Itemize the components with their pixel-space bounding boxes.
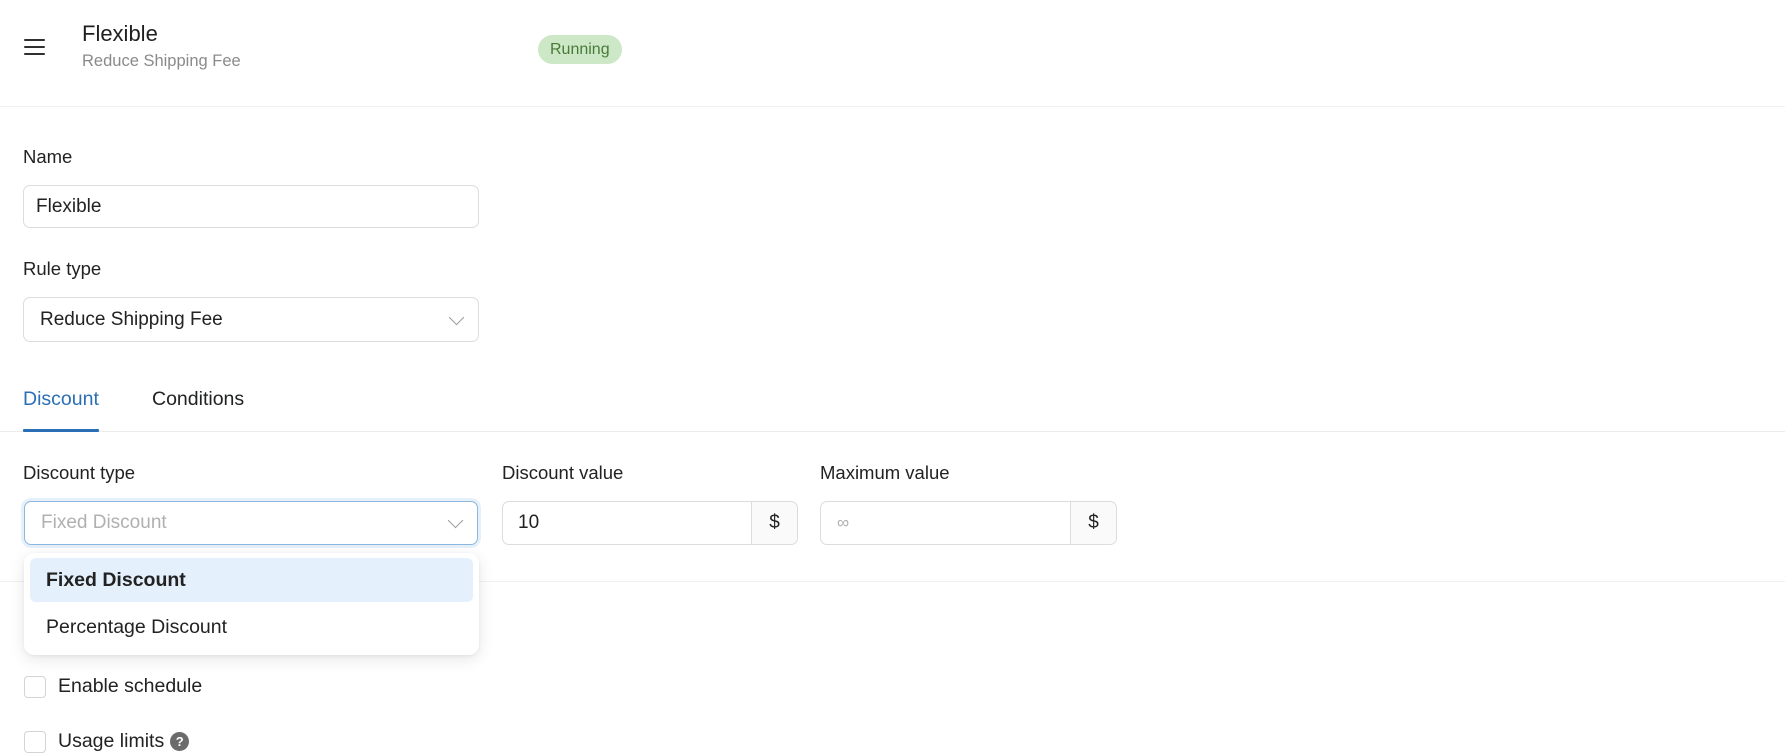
hamburger-icon[interactable]: [23, 37, 47, 57]
discount-type-select[interactable]: Fixed Discount: [24, 501, 478, 545]
maximum-value-label: Maximum value: [820, 462, 950, 483]
usage-limits-checkbox-row[interactable]: Usage limits ?: [24, 730, 190, 753]
rule-type-value: Reduce Shipping Fee: [40, 308, 223, 330]
maximum-value-input[interactable]: ∞ $: [820, 501, 1117, 545]
discount-value-label: Discount value: [502, 462, 624, 483]
discount-value-text: 10: [518, 512, 540, 533]
page-title: Flexible: [82, 21, 158, 46]
status-badge: Running: [538, 35, 622, 64]
enable-schedule-label: Enable schedule: [58, 675, 203, 697]
discount-type-placeholder: Fixed Discount: [41, 512, 167, 533]
tab-bar: Discount Conditions: [0, 380, 1785, 432]
rule-type-label: Rule type: [23, 258, 102, 279]
name-input[interactable]: Flexible: [23, 185, 479, 228]
currency-suffix: $: [1070, 502, 1116, 544]
option-percentage-discount[interactable]: Percentage Discount: [30, 605, 473, 649]
usage-limits-checkbox[interactable]: [24, 730, 46, 753]
tab-conditions[interactable]: Conditions: [152, 388, 244, 431]
discount-type-dropdown: Fixed Discount Percentage Discount: [24, 553, 479, 655]
enable-schedule-checkbox[interactable]: [24, 675, 46, 698]
discount-value-input[interactable]: 10 $: [502, 501, 798, 545]
tab-discount[interactable]: Discount: [23, 388, 99, 432]
rule-type-select[interactable]: Reduce Shipping Fee: [23, 297, 479, 342]
hamburger-line: [24, 53, 45, 55]
name-label: Name: [23, 146, 73, 167]
help-icon[interactable]: ?: [170, 732, 190, 751]
maximum-value-placeholder: ∞: [837, 513, 850, 532]
chevron-down-icon: [448, 309, 465, 325]
enable-schedule-checkbox-row[interactable]: Enable schedule: [24, 675, 202, 698]
usage-limits-label: Usage limits: [58, 730, 165, 752]
hamburger-line: [24, 46, 45, 48]
chevron-down-icon: [447, 512, 464, 529]
page-header: Flexible Reduce Shipping Fee Running: [0, 0, 1785, 107]
name-input-value: Flexible: [36, 195, 102, 217]
hamburger-line: [24, 39, 45, 41]
discount-type-label: Discount type: [23, 462, 136, 483]
page-subtitle: Reduce Shipping Fee: [82, 52, 241, 70]
option-fixed-discount[interactable]: Fixed Discount: [30, 558, 473, 602]
currency-suffix: $: [751, 502, 797, 544]
